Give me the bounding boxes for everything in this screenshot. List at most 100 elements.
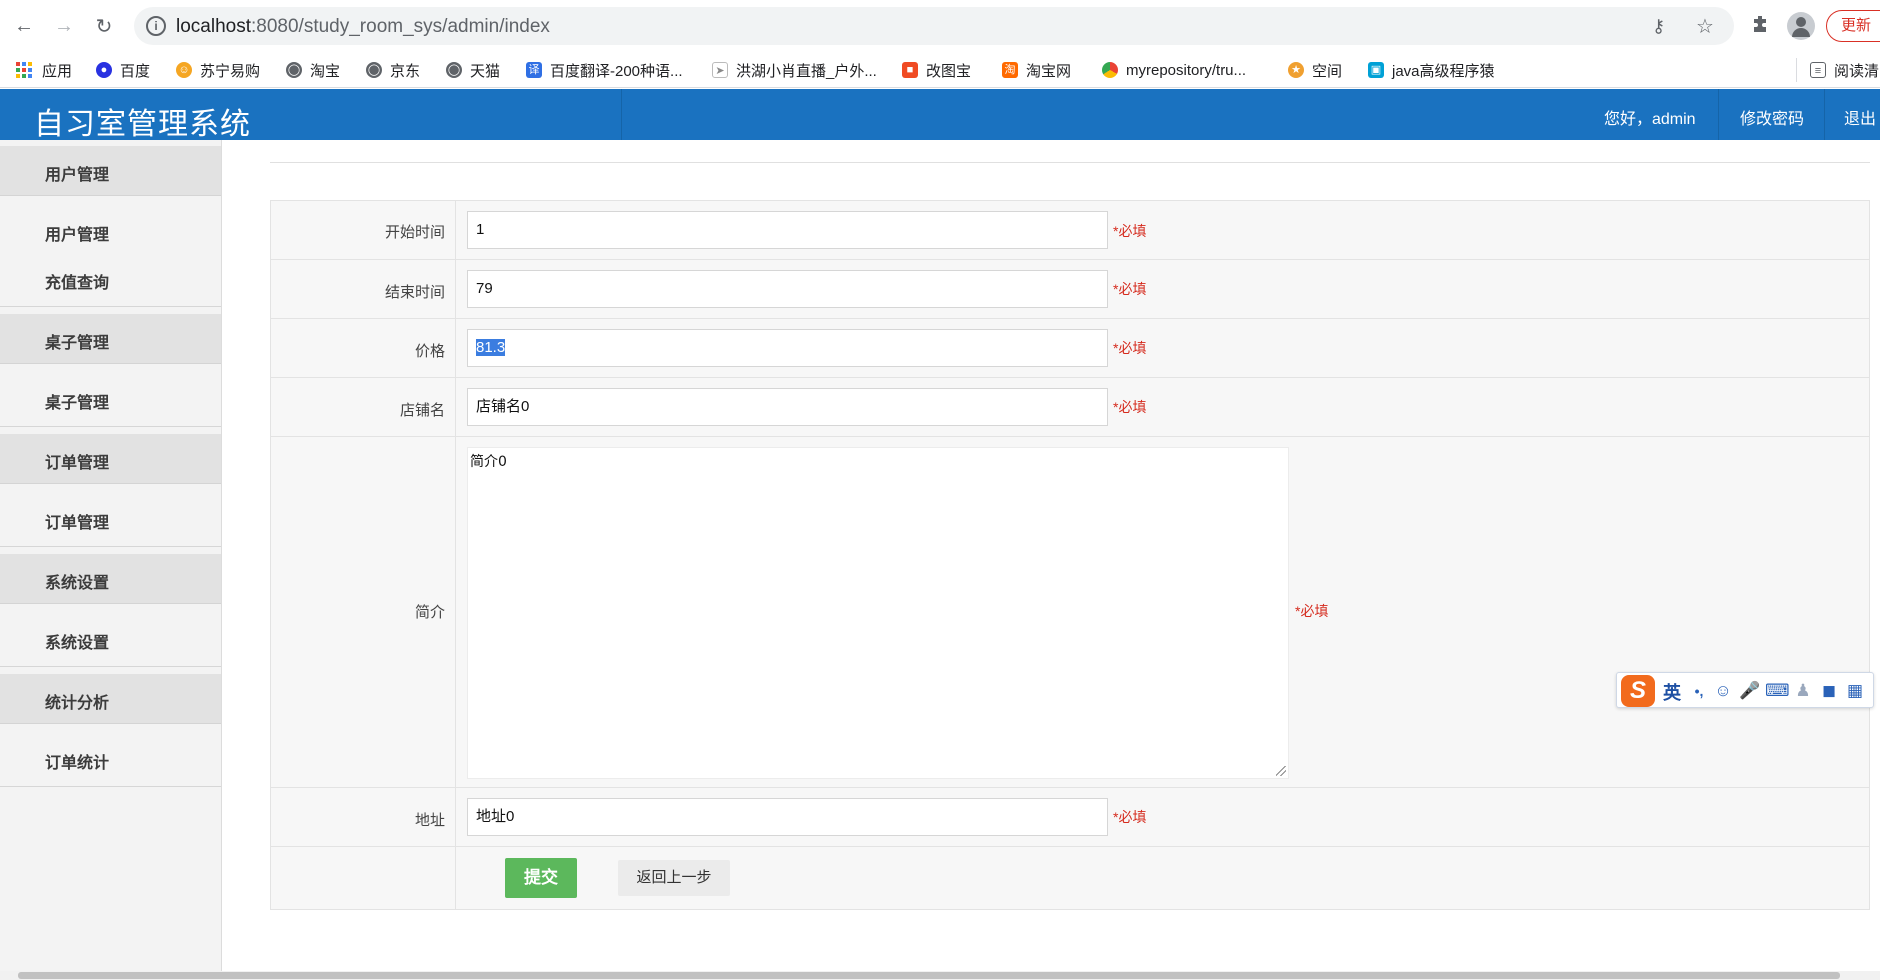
ime-toolbar[interactable]: S 英 •, ☺ 🎤 ⌨ ♟ ◼ ▦ [1616, 672, 1874, 708]
address-bar[interactable]: i localhost:8080/study_room_sys/admin/in… [134, 7, 1734, 45]
update-button[interactable]: 更新 [1826, 10, 1880, 42]
ime-emoji-icon[interactable]: ☺ [1713, 680, 1733, 702]
required-mark: *必填 [1113, 281, 1147, 297]
title-divider [270, 162, 1870, 163]
bookmark-label: 改图宝 [926, 62, 972, 80]
sidebar-item-label: 系统设置 [45, 635, 110, 652]
ime-microphone-icon[interactable]: 🎤 [1739, 680, 1760, 702]
change-password-link[interactable]: 修改密码 [1740, 105, 1804, 129]
end-time-label: 结束时间 [384, 284, 445, 301]
sidebar-item-order-management[interactable]: 订单管理 [0, 494, 221, 542]
globe-icon: ◯ [366, 62, 382, 78]
translate-icon: 译 [526, 62, 542, 78]
reading-list-icon: ≡ [1810, 62, 1826, 78]
submit-button[interactable]: 提交 [505, 858, 577, 898]
extensions-puzzle-icon[interactable] [1750, 13, 1772, 35]
globe-icon: ◯ [286, 62, 302, 78]
ime-toolbox-grid-icon[interactable]: ▦ [1845, 680, 1865, 702]
sidebar-group-settings[interactable]: 系统设置 [0, 554, 221, 604]
bookmark-taobaowang[interactable]: 淘 淘宝网 [1002, 60, 1071, 80]
logout-link[interactable]: 退出 [1844, 105, 1876, 129]
star-bookmark-icon[interactable]: ☆ [1696, 14, 1714, 39]
field-label-cell: 简介 [271, 437, 456, 787]
bookmark-gaitubao[interactable]: ■ 改图宝 [902, 60, 971, 80]
ime-user-icon[interactable]: ♟ [1793, 680, 1813, 702]
forward-arrow-icon[interactable]: → [50, 12, 78, 40]
sidebar-divider [0, 786, 221, 787]
baidu-paw-icon: ● [96, 62, 112, 78]
key-icon[interactable]: ⚷ [1652, 16, 1665, 37]
back-arrow-icon[interactable]: ← [10, 12, 38, 40]
price-input[interactable]: 81.3 [467, 329, 1108, 367]
sidebar-group-user[interactable]: 用户管理 [0, 146, 221, 196]
bilibili-icon: ▣ [1368, 62, 1384, 78]
title-zone: 自习室管理系统 [0, 89, 622, 142]
greeting-text: 您好，admin [1604, 111, 1696, 128]
bookmark-reading-list[interactable]: ≡ 阅读清 [1810, 60, 1879, 80]
sidebar-divider [0, 546, 221, 547]
shop-name-input[interactable]: 店铺名0 [467, 388, 1108, 426]
bookmark-baidu[interactable]: ● 百度 [96, 60, 150, 80]
sidebar-group-label: 订单管理 [45, 455, 110, 472]
bookmark-label: 淘宝 [310, 62, 341, 80]
bookmark-label: 苏宁易购 [200, 62, 261, 80]
start-time-input[interactable]: 1 [467, 211, 1108, 249]
field-label-cell: 价格 [271, 319, 456, 377]
bookmark-label: 京东 [390, 62, 421, 80]
sidebar-item-user-management[interactable]: 用户管理 [0, 206, 221, 254]
bookmark-label: 淘宝网 [1026, 62, 1072, 80]
taobao-icon: 淘 [1002, 62, 1018, 78]
main-content: 开始时间 1 *必填 结束时间 79 *必填 价格 81.3 *必填 店铺名 店… [222, 140, 1880, 980]
ime-language-mode[interactable]: 英 [1663, 679, 1681, 705]
ime-keyboard-icon[interactable]: ⌨ [1765, 680, 1790, 702]
field-label-cell [271, 847, 456, 909]
sidebar-item-label: 订单管理 [45, 515, 110, 532]
end-time-input[interactable]: 79 [467, 270, 1108, 308]
form-row-end-time: 结束时间 79 *必填 [271, 260, 1869, 319]
bookmark-bilibili[interactable]: ▣ java高级程序猿 [1368, 60, 1495, 80]
qzone-icon: ★ [1288, 62, 1304, 78]
field-label-cell: 开始时间 [271, 201, 456, 259]
bookmarks-divider [1796, 58, 1797, 82]
intro-textarea[interactable]: 简介0 [467, 447, 1289, 779]
bookmark-baidu-translate[interactable]: 译 百度翻译-200种语... [526, 60, 683, 80]
bookmark-suning[interactable]: ☺ 苏宁易购 [176, 60, 260, 80]
site-info-icon[interactable]: i [146, 16, 166, 36]
horizontal-scrollbar[interactable] [0, 971, 1880, 980]
sidebar-item-label: 充值查询 [45, 275, 110, 292]
scrollbar-thumb[interactable] [18, 972, 1840, 979]
suning-icon: ☺ [176, 62, 192, 78]
sidebar-divider [0, 666, 221, 667]
sidebar-group-desk[interactable]: 桌子管理 [0, 314, 221, 364]
sidebar-item-system-settings[interactable]: 系统设置 [0, 614, 221, 662]
reload-icon[interactable]: ↻ [90, 12, 118, 40]
bookmark-qzone[interactable]: ★ 空间 [1288, 60, 1342, 80]
sogou-logo-icon[interactable]: S [1621, 675, 1655, 707]
bookmark-taobao[interactable]: ◯ 淘宝 [286, 60, 340, 80]
sidebar-group-label: 桌子管理 [45, 335, 110, 352]
header-divider [1718, 89, 1719, 140]
sidebar-item-recharge-query[interactable]: 充值查询 [0, 254, 221, 302]
ime-skin-shirt-icon[interactable]: ◼ [1819, 680, 1839, 702]
bookmark-myrepository[interactable]: myrepository/tru... [1102, 60, 1246, 80]
bookmark-jd[interactable]: ◯ 京东 [366, 60, 420, 80]
bookmark-apps[interactable]: 应用 [16, 60, 72, 80]
bookmark-tmall[interactable]: ◯ 天猫 [446, 60, 500, 80]
sidebar-group-order[interactable]: 订单管理 [0, 434, 221, 484]
address-url[interactable]: localhost:8080/study_room_sys/admin/inde… [176, 16, 550, 38]
ime-punctuation-icon[interactable]: •, [1689, 680, 1709, 702]
rocket-icon: ➤ [712, 62, 728, 78]
gaitubao-icon: ■ [902, 62, 918, 78]
resize-grip-icon[interactable] [1276, 766, 1286, 776]
sidebar-divider [0, 426, 221, 427]
address-input[interactable]: 地址0 [467, 798, 1108, 836]
url-path: :8080/study_room_sys/admin/index [251, 16, 550, 37]
profile-avatar-icon[interactable] [1787, 12, 1815, 40]
sidebar-item-desk-management[interactable]: 桌子管理 [0, 374, 221, 422]
bookmark-live[interactable]: ➤ 洪湖小肖直播_户外... [712, 60, 877, 80]
back-button[interactable]: 返回上一步 [618, 860, 730, 896]
required-mark: *必填 [1295, 603, 1329, 619]
sidebar-group-statistics[interactable]: 统计分析 [0, 674, 221, 724]
sidebar-item-order-statistics[interactable]: 订单统计 [0, 734, 221, 782]
app-header: 自习室管理系统 您好，admin 修改密码 退出 [0, 89, 1880, 142]
